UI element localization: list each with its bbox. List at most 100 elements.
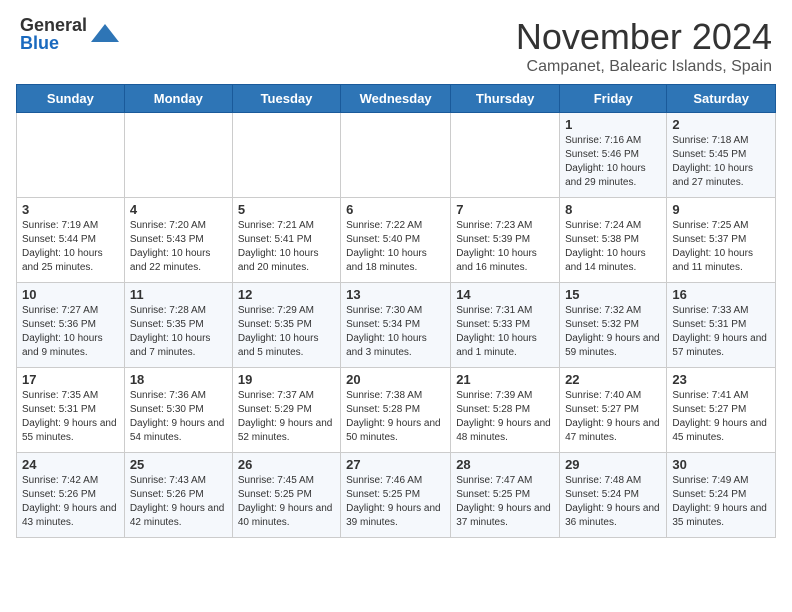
day-cell: 6 Sunrise: 7:22 AM Sunset: 5:40 PM Daylig… [341,198,451,283]
day-cell: 4Sunrise: 7:20 AM Sunset: 5:43 PM Daylig… [124,198,232,283]
day-number: 7 [456,202,554,217]
title-area: November 2024 Campanet, Balearic Islands… [516,16,772,76]
day-number: 23 [672,372,770,387]
week-row-5: 24Sunrise: 7:42 AM Sunset: 5:26 PM Dayli… [17,453,776,538]
day-number: 1 [565,117,661,132]
day-number: 17 [22,372,119,387]
day-info: Sunrise: 7:37 AM Sunset: 5:29 PM Dayligh… [238,389,335,445]
day-cell: 20 Sunrise: 7:38 AM Sunset: 5:28 PM Dayli… [341,368,451,453]
day-cell: 17Sunrise: 7:35 AM Sunset: 5:31 PM Dayli… [17,368,125,453]
day-number: 19 [238,372,335,387]
day-cell: 13Sunrise: 7:30 AM Sunset: 5:34 PM Dayli… [341,283,451,368]
month-title: November 2024 [516,16,772,58]
day-number: 21 [456,372,554,387]
day-info: Sunrise: 7:22 AM Sunset: 5:40 PM Dayligh… [346,219,445,275]
header-day-friday: Friday [560,85,667,113]
calendar-body: 1 Sunrise: 7:16 AM Sunset: 5:46 PM Daylig… [17,113,776,538]
day-info: Sunrise: 7:45 AM Sunset: 5:25 PM Dayligh… [238,474,335,530]
day-cell: 24Sunrise: 7:42 AM Sunset: 5:26 PM Dayli… [17,453,125,538]
day-cell: 29Sunrise: 7:48 AM Sunset: 5:24 PM Dayli… [560,453,667,538]
day-number: 22 [565,372,661,387]
logo-icon [91,20,119,48]
day-cell: 28 Sunrise: 7:47 AM Sunset: 5:25 PM Dayli… [451,453,560,538]
day-number: 15 [565,287,661,302]
day-cell: 12 Sunrise: 7:29 AM Sunset: 5:35 PM Dayli… [232,283,340,368]
day-number: 28 [456,457,554,472]
day-info: Sunrise: 7:23 AM Sunset: 5:39 PM Dayligh… [456,219,554,275]
day-number: 26 [238,457,335,472]
day-cell: 5 Sunrise: 7:21 AM Sunset: 5:41 PM Daylig… [232,198,340,283]
day-info: Sunrise: 7:25 AM Sunset: 5:37 PM Dayligh… [672,219,770,275]
logo-blue: Blue [20,34,87,52]
day-cell: 14Sunrise: 7:31 AM Sunset: 5:33 PM Dayli… [451,283,560,368]
day-info: Sunrise: 7:40 AM Sunset: 5:27 PM Dayligh… [565,389,661,445]
day-cell: 18Sunrise: 7:36 AM Sunset: 5:30 PM Dayli… [124,368,232,453]
day-info: Sunrise: 7:49 AM Sunset: 5:24 PM Dayligh… [672,474,770,530]
day-info: Sunrise: 7:18 AM Sunset: 5:45 PM Dayligh… [672,134,770,190]
day-cell: 25 Sunrise: 7:43 AM Sunset: 5:26 PM Dayli… [124,453,232,538]
day-cell: 7 Sunrise: 7:23 AM Sunset: 5:39 PM Daylig… [451,198,560,283]
calendar-wrap: SundayMondayTuesdayWednesdayThursdayFrid… [0,84,792,546]
week-row-3: 10Sunrise: 7:27 AM Sunset: 5:36 PM Dayli… [17,283,776,368]
day-cell [17,113,125,198]
day-info: Sunrise: 7:38 AM Sunset: 5:28 PM Dayligh… [346,389,445,445]
day-cell: 11Sunrise: 7:28 AM Sunset: 5:35 PM Dayli… [124,283,232,368]
day-number: 27 [346,457,445,472]
day-info: Sunrise: 7:36 AM Sunset: 5:30 PM Dayligh… [130,389,227,445]
day-number: 25 [130,457,227,472]
week-row-1: 1 Sunrise: 7:16 AM Sunset: 5:46 PM Daylig… [17,113,776,198]
logo-general: General [20,16,87,34]
day-number: 30 [672,457,770,472]
day-cell: 26 Sunrise: 7:45 AM Sunset: 5:25 PM Dayli… [232,453,340,538]
day-info: Sunrise: 7:27 AM Sunset: 5:36 PM Dayligh… [22,304,119,360]
day-number: 2 [672,117,770,132]
day-cell [232,113,340,198]
day-info: Sunrise: 7:21 AM Sunset: 5:41 PM Dayligh… [238,219,335,275]
day-number: 29 [565,457,661,472]
day-cell: 19 Sunrise: 7:37 AM Sunset: 5:29 PM Dayli… [232,368,340,453]
day-info: Sunrise: 7:32 AM Sunset: 5:32 PM Dayligh… [565,304,661,360]
day-number: 6 [346,202,445,217]
day-info: Sunrise: 7:29 AM Sunset: 5:35 PM Dayligh… [238,304,335,360]
day-number: 16 [672,287,770,302]
day-info: Sunrise: 7:47 AM Sunset: 5:25 PM Dayligh… [456,474,554,530]
day-info: Sunrise: 7:46 AM Sunset: 5:25 PM Dayligh… [346,474,445,530]
week-row-2: 3 Sunrise: 7:19 AM Sunset: 5:44 PM Daylig… [17,198,776,283]
day-cell [124,113,232,198]
day-info: Sunrise: 7:39 AM Sunset: 5:28 PM Dayligh… [456,389,554,445]
day-cell: 10Sunrise: 7:27 AM Sunset: 5:36 PM Dayli… [17,283,125,368]
header-day-thursday: Thursday [451,85,560,113]
logo-text: General Blue [20,16,87,52]
day-cell: 8Sunrise: 7:24 AM Sunset: 5:38 PM Daylig… [560,198,667,283]
day-number: 12 [238,287,335,302]
day-number: 20 [346,372,445,387]
header-day-sunday: Sunday [17,85,125,113]
page-header: General Blue November 2024 Campanet, Bal… [0,0,792,84]
day-cell: 15 Sunrise: 7:32 AM Sunset: 5:32 PM Dayli… [560,283,667,368]
day-info: Sunrise: 7:42 AM Sunset: 5:26 PM Dayligh… [22,474,119,530]
day-info: Sunrise: 7:30 AM Sunset: 5:34 PM Dayligh… [346,304,445,360]
day-number: 9 [672,202,770,217]
header-day-wednesday: Wednesday [341,85,451,113]
day-cell: 3 Sunrise: 7:19 AM Sunset: 5:44 PM Daylig… [17,198,125,283]
day-cell: 9 Sunrise: 7:25 AM Sunset: 5:37 PM Daylig… [667,198,776,283]
day-number: 8 [565,202,661,217]
day-cell: 1 Sunrise: 7:16 AM Sunset: 5:46 PM Daylig… [560,113,667,198]
day-cell [341,113,451,198]
day-number: 3 [22,202,119,217]
week-row-4: 17Sunrise: 7:35 AM Sunset: 5:31 PM Dayli… [17,368,776,453]
day-info: Sunrise: 7:16 AM Sunset: 5:46 PM Dayligh… [565,134,661,190]
day-info: Sunrise: 7:43 AM Sunset: 5:26 PM Dayligh… [130,474,227,530]
day-cell: 30 Sunrise: 7:49 AM Sunset: 5:24 PM Dayli… [667,453,776,538]
day-cell [451,113,560,198]
calendar-header: SundayMondayTuesdayWednesdayThursdayFrid… [17,85,776,113]
header-day-monday: Monday [124,85,232,113]
day-number: 11 [130,287,227,302]
day-info: Sunrise: 7:19 AM Sunset: 5:44 PM Dayligh… [22,219,119,275]
day-cell: 21 Sunrise: 7:39 AM Sunset: 5:28 PM Dayli… [451,368,560,453]
location: Campanet, Balearic Islands, Spain [516,58,772,76]
day-number: 5 [238,202,335,217]
header-day-tuesday: Tuesday [232,85,340,113]
day-cell: 16Sunrise: 7:33 AM Sunset: 5:31 PM Dayli… [667,283,776,368]
day-info: Sunrise: 7:31 AM Sunset: 5:33 PM Dayligh… [456,304,554,360]
